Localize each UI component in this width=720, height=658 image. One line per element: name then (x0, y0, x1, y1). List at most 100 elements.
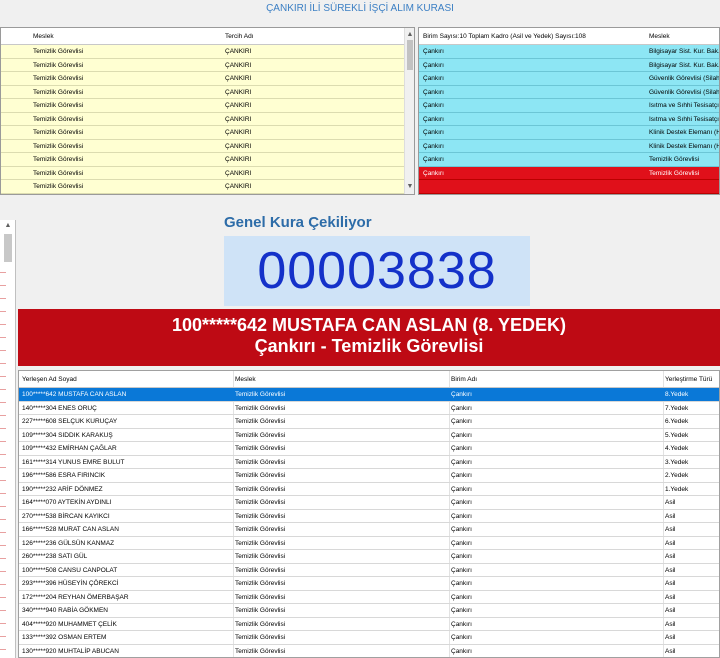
scroll-down-icon[interactable]: ▼ (405, 182, 414, 192)
results-grid-header: Yerleşen Ad Soyad Meslek Birim Adı Yerle… (19, 371, 719, 388)
table-row[interactable]: Temizlik Görevlisi ÇANKIRI (1, 112, 414, 126)
table-row[interactable]: 196*****586 ESRA FIRINCIK Temizlik Görevl… (19, 469, 719, 483)
table-row[interactable]: Çankırı Bilgisayar Sist. Kur. Bak. (419, 45, 719, 59)
table-row[interactable]: Çankırı Klinik Destek Elemanı (H) (419, 139, 719, 153)
cell-meslek: Temizlik Görevlisi (235, 431, 286, 439)
cell-ad-soyad: 270*****538 BİRCAN KAYIKCI (22, 512, 110, 520)
cell-ad-soyad: 109*****304 SIDDIK KARAKUŞ (22, 431, 113, 439)
cell-yerlestirme: 2.Yedek (665, 472, 689, 479)
cell-yerlestirme: Asil (665, 539, 676, 547)
table-row[interactable]: 166*****528 MURAT CAN ASLAN Temizlik Göre… (19, 523, 719, 537)
table-row[interactable]: Temizlik Görevlisi ÇANKIRI (1, 180, 414, 194)
tercih-grid-scrollbar[interactable]: ▲ ▼ (404, 28, 414, 194)
cell-meslek: Temizlik Görevlisi (235, 445, 286, 452)
cell-meslek: Temizlik Görevlisi (649, 169, 700, 177)
column-header-meslek[interactable]: Meslek (649, 28, 670, 45)
cell-meslek: Temizlik Görevlisi (235, 580, 286, 587)
column-header-meslek[interactable]: Meslek (33, 28, 54, 45)
table-row[interactable]: 340*****940 RABİA GÖKMEN Temizlik Görevli… (19, 604, 719, 618)
scroll-thumb[interactable] (407, 40, 413, 70)
table-row[interactable]: Çankırı Temizlik Görevlisi (419, 166, 719, 180)
left-panel-scrollbar[interactable]: ▲ (0, 220, 16, 658)
cell-meslek: Temizlik Görevlisi (235, 472, 286, 479)
table-row[interactable]: Çankırı Güvenlik Görevlisi (Silahsız) (419, 85, 719, 99)
table-row[interactable]: Temizlik Görevlisi ÇANKIRI (1, 99, 414, 113)
cell-birim: Çankırı (451, 458, 472, 466)
column-header-tercih[interactable]: Tercih Adı (225, 28, 254, 45)
cell-meslek: Temizlik Görevlisi (235, 418, 286, 425)
table-row[interactable]: 293*****396 HÜSEYİN ÇÖREKCİ Temizlik Göre… (19, 577, 719, 591)
table-row[interactable]: Temizlik Görevlisi ÇANKIRI (1, 72, 414, 86)
cell-ad-soyad: 196*****586 ESRA FIRINCIK (22, 472, 106, 479)
table-row[interactable]: Çankırı Bilgisayar Sist. Kur. Bak. (419, 58, 719, 72)
tercih-grid[interactable]: Meslek Tercih Adı Temizlik Görevlisi ÇANK… (0, 27, 415, 195)
cell-meslek: Temizlik Görevlisi (235, 458, 286, 466)
table-row[interactable]: Çankırı Temizlik Görevlisi (419, 153, 719, 167)
table-row[interactable]: 270*****538 BİRCAN KAYIKCI Temizlik Görev… (19, 510, 719, 523)
winner-name: 100*****642 MUSTAFA CAN ASLAN (8. YEDEK) (171, 315, 567, 335)
cell-ad-soyad: 166*****528 MURAT CAN ASLAN (22, 526, 119, 533)
results-grid[interactable]: Yerleşen Ad Soyad Meslek Birim Adı Yerle… (18, 370, 720, 658)
cell-meslek: Temizlik Görevlisi (33, 169, 84, 177)
table-row[interactable]: 109*****432 EMİRHAN ÇAĞLAR Temizlik Görev… (19, 442, 719, 456)
table-row[interactable]: 130*****920 MUHTALİP ABUCAN Temizlik Göre… (19, 645, 719, 658)
table-row[interactable]: 126*****236 GÜLSÜN KANMAZ Temizlik Görevl… (19, 537, 719, 550)
cell-meslek: Temizlik Görevlisi (235, 553, 286, 560)
column-header-ad-soyad[interactable]: Yerleşen Ad Soyad (22, 371, 77, 388)
table-row[interactable]: 100*****508 CANSU CANPOLAT Temizlik Görev… (19, 564, 719, 577)
column-header-birim[interactable]: Birim Adı (451, 371, 477, 388)
column-header-birim[interactable]: Birim Sayısı:10 Toplam Kadro (Asil ve Ye… (423, 28, 586, 45)
cell-meslek: Temizlik Görevlisi (235, 404, 286, 412)
table-row[interactable]: Çankırı Isıtma ve Sıhhi Tesisatçı (419, 112, 719, 126)
table-row[interactable]: 227*****608 SELÇUK KURUÇAY Temizlik Görev… (19, 415, 719, 429)
column-header-meslek[interactable]: Meslek (235, 371, 256, 388)
scroll-thumb[interactable] (4, 234, 12, 262)
table-row[interactable]: Temizlik Görevlisi ÇANKIRI (1, 126, 414, 140)
table-row[interactable]: Çankırı Güvenlik Görevlisi (Silahsız) (419, 72, 719, 86)
table-row[interactable]: 109*****304 SIDDIK KARAKUŞ Temizlik Görev… (19, 429, 719, 442)
scroll-up-icon[interactable]: ▲ (3, 222, 13, 232)
cell-tercih: ÇANKIRI (225, 88, 252, 96)
table-row[interactable]: Temizlik Görevlisi ÇANKIRI (1, 85, 414, 99)
cell-birim: Çankırı (451, 485, 472, 493)
cell-ad-soyad: 260*****238 SATI GÜL (22, 553, 88, 560)
table-row[interactable]: Çankırı Klinik Destek Elemanı (H) (419, 126, 719, 140)
table-row[interactable]: 260*****238 SATI GÜL Temizlik Görevlisi Ça… (19, 550, 719, 564)
table-row[interactable]: Temizlik Görevlisi ÇANKIRI (1, 58, 414, 72)
table-row[interactable]: Çankırı Isıtma ve Sıhhi Tesisatçı (419, 99, 719, 113)
winner-position: Çankırı - Temizlik Görevlisi (254, 336, 484, 356)
table-row[interactable]: 172*****204 REYHAN ÖMERBAŞAR Temizlik Gör… (19, 591, 719, 604)
column-header-yerlestirme[interactable]: Yerleştirme Türü (665, 371, 712, 388)
table-row[interactable]: Temizlik Görevlisi ÇANKIRI (1, 166, 414, 180)
cell-birim: Çankırı (451, 404, 472, 412)
cell-ad-soyad: 164*****070 AYTEKİN AYDINLI (22, 499, 112, 506)
table-row[interactable] (419, 180, 719, 194)
cell-meslek: Temizlik Görevlisi (235, 539, 286, 547)
table-row[interactable]: 404*****920 MUHAMMET ÇELİK Temizlik Görev… (19, 618, 719, 631)
table-row[interactable]: Temizlik Görevlisi ÇANKIRI (1, 45, 414, 59)
table-row[interactable]: 100*****642 MUSTAFA CAN ASLAN Temizlik Gö… (19, 388, 719, 402)
cell-meslek: Temizlik Görevlisi (33, 102, 84, 109)
cell-meslek: Temizlik Görevlisi (33, 142, 84, 150)
cell-ad-soyad: 109*****432 EMİRHAN ÇAĞLAR (22, 445, 117, 452)
cell-birim: Çankırı (423, 115, 444, 123)
table-row[interactable]: 140*****304 ENES ORUÇ Temizlik Görevlisi Ç… (19, 402, 719, 415)
table-row[interactable]: 133*****392 OSMAN ERTEM Temizlik Görevlis… (19, 631, 719, 645)
cell-birim: Çankırı (451, 553, 472, 560)
table-row[interactable]: 161*****314 YUNUS EMRE BULUT Temizlik Gör… (19, 456, 719, 469)
birim-grid[interactable]: Birim Sayısı:10 Toplam Kadro (Asil ve Ye… (418, 27, 720, 195)
cell-meslek: Temizlik Görevlisi (33, 48, 84, 55)
scroll-up-icon[interactable]: ▲ (405, 30, 414, 40)
cell-meslek: Temizlik Görevlisi (33, 61, 84, 69)
table-row[interactable]: Temizlik Görevlisi ÇANKIRI (1, 139, 414, 153)
cell-ad-soyad: 172*****204 REYHAN ÖMERBAŞAR (22, 593, 129, 601)
cell-birim: Çankırı (423, 88, 444, 96)
cell-birim: Çankırı (451, 526, 472, 533)
table-row[interactable]: Temizlik Görevlisi ÇANKIRI (1, 153, 414, 167)
cell-yerlestirme: Asil (665, 566, 676, 574)
table-row[interactable]: 164*****070 AYTEKİN AYDINLI Temizlik Göre… (19, 496, 719, 510)
cell-meslek: Temizlik Görevlisi (33, 88, 84, 96)
cell-yerlestirme: Asil (665, 512, 676, 520)
table-row[interactable]: 190*****232 ARİF DÖNMEZ Temizlik Görevlis… (19, 483, 719, 496)
cell-birim: Çankırı (423, 129, 444, 136)
